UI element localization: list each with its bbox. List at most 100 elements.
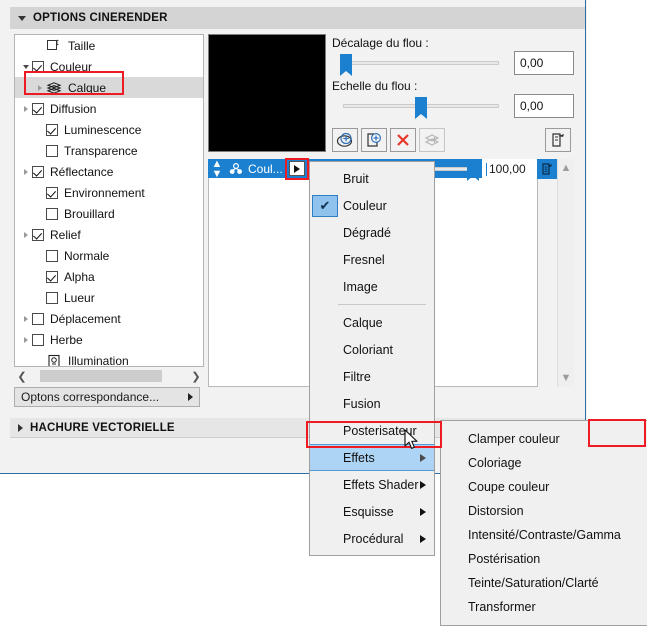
menu-item-calque[interactable]: Calque xyxy=(310,309,434,336)
reorder-handle-icon[interactable]: ▲ ▼ xyxy=(208,158,226,179)
checkbox-transparence[interactable] xyxy=(46,144,58,157)
layer-shader-popup-button[interactable] xyxy=(288,161,305,176)
menu-item-filtre[interactable]: Filtre xyxy=(310,363,434,390)
chevron-down-icon[interactable] xyxy=(19,64,32,69)
tree-item-relief[interactable]: Relief xyxy=(15,224,203,245)
tree-item-label: Brouillard xyxy=(64,206,115,221)
blur-offset-slider-track[interactable] xyxy=(343,61,499,65)
scroll-down-icon[interactable]: ▼ xyxy=(558,371,574,385)
checkbox-brouillard[interactable] xyxy=(46,207,58,220)
scroll-right-icon[interactable]: ❯ xyxy=(188,370,204,383)
layer-name: Coul... xyxy=(248,161,283,176)
tree-item-luminescence[interactable]: Luminescence xyxy=(15,119,203,140)
opacity-input[interactable]: 100,00 xyxy=(482,159,538,179)
scroll-track[interactable] xyxy=(30,370,188,382)
tree-item-r-flectance[interactable]: Réflectance xyxy=(15,161,203,182)
blur-scale-input[interactable]: 0,00 xyxy=(514,94,574,118)
submenu-item-coloriage[interactable]: Coloriage xyxy=(441,451,647,475)
tree-item-label: Illumination xyxy=(68,353,129,367)
channel-tree-panel[interactable]: Taille Couleur Calque Diffusion Luminescence… xyxy=(14,34,204,367)
effets-submenu[interactable]: Clamper couleur Coloriage Coupe couleur Dis… xyxy=(440,420,647,626)
menu-item-label: Coloriant xyxy=(343,342,394,357)
tree-item-calque[interactable]: Calque xyxy=(15,77,203,98)
submenu-item-transformer[interactable]: Transformer xyxy=(441,595,647,619)
chevron-right-icon[interactable] xyxy=(33,84,46,91)
tree-item-label: Taille xyxy=(68,38,96,53)
menu-item-coloriant[interactable]: Coloriant xyxy=(310,336,434,363)
tree-item-transparence[interactable]: Transparence xyxy=(15,140,203,161)
section-title-hachure: HACHURE VECTORIELLE xyxy=(30,421,175,434)
checkbox-r-flectance[interactable] xyxy=(32,165,44,178)
menu-item-image[interactable]: Image xyxy=(310,273,434,300)
delete-button[interactable] xyxy=(390,128,416,152)
play-arrow-icon xyxy=(293,164,300,173)
submenu-item-teinte-saturation-clart-[interactable]: Teinte/Saturation/Clarté xyxy=(441,571,647,595)
submenu-item-intensit-contraste-gamma[interactable]: Intensité/Contraste/Gamma xyxy=(441,523,647,547)
tree-item-diffusion[interactable]: Diffusion xyxy=(15,98,203,119)
menu-item-effets-shader[interactable]: Effets Shader xyxy=(310,471,434,498)
layer-list-scrollbar[interactable]: ▲ ▼ xyxy=(557,159,574,387)
scroll-left-icon[interactable]: ❮ xyxy=(14,370,30,383)
check-slot xyxy=(312,447,338,469)
tree-item-brouillard[interactable]: Brouillard xyxy=(15,203,203,224)
blur-offset-slider-knob[interactable] xyxy=(340,54,352,76)
chevron-right-icon[interactable] xyxy=(19,105,32,112)
check-slot xyxy=(312,528,338,550)
tree-item-label: Déplacement xyxy=(50,311,121,326)
options-correspondance-button[interactable]: Optons correspondance... xyxy=(14,387,200,407)
submenu-item-clamper-couleur[interactable]: Clamper couleur xyxy=(441,427,647,451)
duplicate-layer-button[interactable] xyxy=(419,128,445,152)
blur-scale-value: 0,00 xyxy=(520,99,544,113)
checkbox-relief[interactable] xyxy=(32,228,44,241)
menu-item-esquisse[interactable]: Esquisse xyxy=(310,498,434,525)
checkbox-luminescence[interactable] xyxy=(46,123,58,136)
add-image-button[interactable] xyxy=(361,128,387,152)
checkbox-d-placement[interactable] xyxy=(32,312,44,325)
menu-item-fresnel[interactable]: Fresnel xyxy=(310,246,434,273)
checkbox-couleur[interactable] xyxy=(32,60,44,73)
layer-options-button[interactable] xyxy=(537,159,557,179)
submenu-item-post-risation[interactable]: Postérisation xyxy=(441,547,647,571)
menu-item-couleur[interactable]: ✔ Couleur xyxy=(310,192,434,219)
chevron-right-icon[interactable] xyxy=(19,168,32,175)
checkbox-lueur[interactable] xyxy=(46,291,58,304)
checkbox-herbe[interactable] xyxy=(32,333,44,346)
tree-item-alpha[interactable]: Alpha xyxy=(15,266,203,287)
tree-item-taille[interactable]: Taille xyxy=(15,35,203,56)
submenu-arrow-icon xyxy=(420,507,426,516)
tree-item-normale[interactable]: Normale xyxy=(15,245,203,266)
checkbox-normale[interactable] xyxy=(46,249,58,262)
tree-item-couleur[interactable]: Couleur xyxy=(15,56,203,77)
chevron-right-icon[interactable] xyxy=(19,315,32,322)
section-title-cinerender: OPTIONS CINERENDER xyxy=(33,12,168,24)
shader-type-menu[interactable]: Bruit ✔ Couleur Dégradé Fresnel Image Calque Co… xyxy=(309,161,435,556)
opacity-slider-knob[interactable] xyxy=(467,161,479,181)
tree-item-lueur[interactable]: Lueur xyxy=(15,287,203,308)
scroll-thumb[interactable] xyxy=(40,370,162,382)
submenu-item-distorsion[interactable]: Distorsion xyxy=(441,499,647,523)
submenu-item-coupe-couleur[interactable]: Coupe couleur xyxy=(441,475,647,499)
blur-offset-input[interactable]: 0,00 xyxy=(514,51,574,75)
tree-item-environnement[interactable]: Environnement xyxy=(15,182,203,203)
blur-scale-slider-knob[interactable] xyxy=(415,97,427,119)
checkbox-environnement[interactable] xyxy=(46,186,58,199)
export-shader-button[interactable] xyxy=(545,128,571,152)
checkbox-alpha[interactable] xyxy=(46,270,58,283)
tree-item-illumination[interactable]: Illumination xyxy=(15,350,203,367)
tree-item-herbe[interactable]: Herbe xyxy=(15,329,203,350)
chevron-right-icon xyxy=(23,315,28,322)
add-shader-button[interactable] xyxy=(332,128,358,152)
menu-item-fusion[interactable]: Fusion xyxy=(310,390,434,417)
tree-item-label: Luminescence xyxy=(64,122,142,137)
tree-item-d-placement[interactable]: Déplacement xyxy=(15,308,203,329)
menu-item-bruit[interactable]: Bruit xyxy=(310,165,434,192)
shader-preview-swatch[interactable] xyxy=(208,34,326,152)
chevron-right-icon[interactable] xyxy=(19,336,32,343)
tree-horizontal-scrollbar[interactable]: ❮ ❯ xyxy=(14,368,204,384)
chevron-right-icon[interactable] xyxy=(19,231,32,238)
section-header-cinerender[interactable]: OPTIONS CINERENDER xyxy=(10,7,585,29)
scroll-up-icon[interactable]: ▲ xyxy=(558,161,574,175)
menu-item-d-grad-[interactable]: Dégradé xyxy=(310,219,434,246)
checkbox-diffusion[interactable] xyxy=(32,102,44,115)
menu-item-proc-dural[interactable]: Procédural xyxy=(310,525,434,552)
